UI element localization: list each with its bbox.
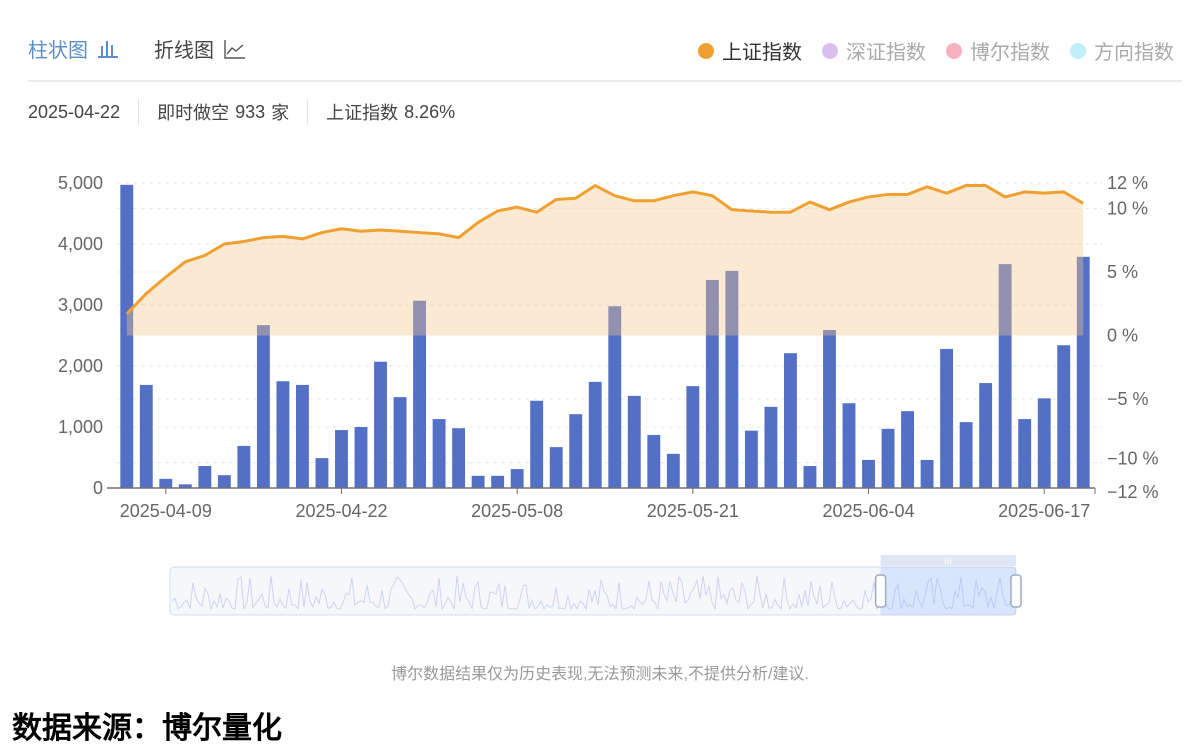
bar <box>159 478 173 488</box>
info-short-unit: 家 <box>271 103 290 123</box>
bar <box>335 430 348 488</box>
y-left-tick-label: 3,000 <box>58 295 103 315</box>
tab-line-chart-label: 折线图 <box>154 40 214 62</box>
x-tick-label: 2025-05-21 <box>647 501 739 521</box>
info-index-label: 上证指数 <box>326 103 399 123</box>
bar <box>120 184 134 488</box>
bar <box>530 400 544 488</box>
legend-boer-index[interactable]: 博尔指数 <box>946 36 1050 65</box>
bar <box>217 475 231 488</box>
bar <box>276 381 290 488</box>
data-zoom-slider[interactable]: III <box>0 550 1200 630</box>
legend-dot-icon <box>698 42 714 59</box>
bar <box>666 453 680 488</box>
info-short-value: 933 <box>235 101 266 122</box>
bar <box>452 428 466 488</box>
bar <box>862 459 875 488</box>
y-left-tick-label: 0 <box>93 478 103 498</box>
bar <box>959 422 973 488</box>
info-short-label: 即时做空 <box>157 103 230 123</box>
legend-label: 深证指数 <box>846 42 926 64</box>
bar <box>295 384 309 488</box>
legend-label: 上证指数 <box>722 42 802 64</box>
bar <box>686 386 700 488</box>
legend-shenzhen-index[interactable]: 深证指数 <box>822 36 926 65</box>
bar <box>237 445 251 488</box>
bar <box>881 428 895 488</box>
data-source-text: 数据来源：博尔量化 <box>12 712 282 745</box>
bar <box>1018 419 1032 488</box>
y-left-tick-label: 5,000 <box>58 173 103 193</box>
bar <box>901 411 915 488</box>
y-left-tick-label: 4,000 <box>58 234 103 254</box>
y-right-tick-label: 5 % <box>1107 262 1138 282</box>
bar <box>979 383 993 488</box>
bar <box>569 414 583 488</box>
bar <box>374 361 387 488</box>
x-tick-label: 2025-06-04 <box>822 501 914 521</box>
tab-line-chart[interactable]: 折线图 <box>154 34 246 63</box>
bar <box>432 419 446 488</box>
legend-direction-index[interactable]: 方向指数 <box>1070 36 1174 65</box>
zoom-grip-icon: III <box>945 556 953 566</box>
y-left-tick-label: 2,000 <box>58 356 103 376</box>
bar <box>198 466 212 488</box>
bar <box>842 403 856 488</box>
bar <box>744 430 758 488</box>
bar <box>315 458 329 488</box>
y-right-tick-label: 0 % <box>1107 326 1138 346</box>
bar <box>1057 345 1071 488</box>
bar <box>823 330 836 488</box>
bar <box>588 381 602 488</box>
line-chart-icon <box>224 39 245 59</box>
bar <box>647 434 661 488</box>
tooltip-info-bar: 2025-04-22 即时做空 933 家 上证指数 8.26% <box>28 99 455 125</box>
tab-bar-chart-label: 柱状图 <box>28 40 88 62</box>
legend-dot-icon <box>946 42 962 59</box>
y-right-tick-label: −10 % <box>1107 449 1159 469</box>
header-divider <box>28 80 1182 82</box>
chart-legend: 上证指数 深证指数 博尔指数 方向指数 <box>698 36 1174 65</box>
x-tick-label: 2025-06-17 <box>998 501 1090 521</box>
info-separator <box>138 99 140 125</box>
bar <box>471 475 485 488</box>
bar <box>1037 398 1051 488</box>
bar <box>510 469 524 488</box>
bar <box>393 397 407 488</box>
disclaimer-text: 博尔数据结果仅为历史表现,无法预测未来,不提供分析/建议. <box>391 666 809 683</box>
zoom-handle[interactable] <box>1010 574 1022 608</box>
bar <box>940 348 954 488</box>
zoom-selected-range <box>880 567 1016 615</box>
legend-label: 方向指数 <box>1094 42 1174 64</box>
y-right-tick-label: 10 % <box>1107 198 1148 218</box>
x-tick-label: 2025-04-09 <box>120 501 212 521</box>
bar <box>783 353 797 488</box>
info-date: 2025-04-22 <box>28 101 121 122</box>
legend-dot-icon <box>1070 42 1086 59</box>
legend-shanghai-index[interactable]: 上证指数 <box>698 36 802 65</box>
zoom-handle[interactable] <box>874 574 887 608</box>
bar-chart-icon <box>98 40 118 58</box>
legend-label: 博尔指数 <box>970 42 1050 64</box>
chart-type-tabs: 柱状图 折线图 <box>28 34 246 63</box>
info-separator <box>307 99 309 125</box>
y-left-tick-label: 1,000 <box>58 417 103 437</box>
bar <box>139 384 153 488</box>
y-right-tick-label: −5 % <box>1107 389 1149 409</box>
bar <box>549 447 563 488</box>
bar <box>627 395 641 488</box>
legend-dot-icon <box>822 42 838 59</box>
y-right-tick-label: −12 % <box>1107 482 1159 502</box>
y-right-tick-label: 12 % <box>1107 173 1148 193</box>
bar <box>354 427 368 488</box>
x-tick-label: 2025-05-08 <box>471 501 563 521</box>
info-index-value: 8.26% <box>404 101 456 122</box>
bar <box>256 325 270 488</box>
bar <box>920 459 934 488</box>
x-tick-label: 2025-04-22 <box>295 501 387 521</box>
bar <box>803 466 817 488</box>
tab-bar-chart[interactable]: 柱状图 <box>28 34 118 63</box>
bar <box>764 406 778 488</box>
bar <box>491 475 505 488</box>
